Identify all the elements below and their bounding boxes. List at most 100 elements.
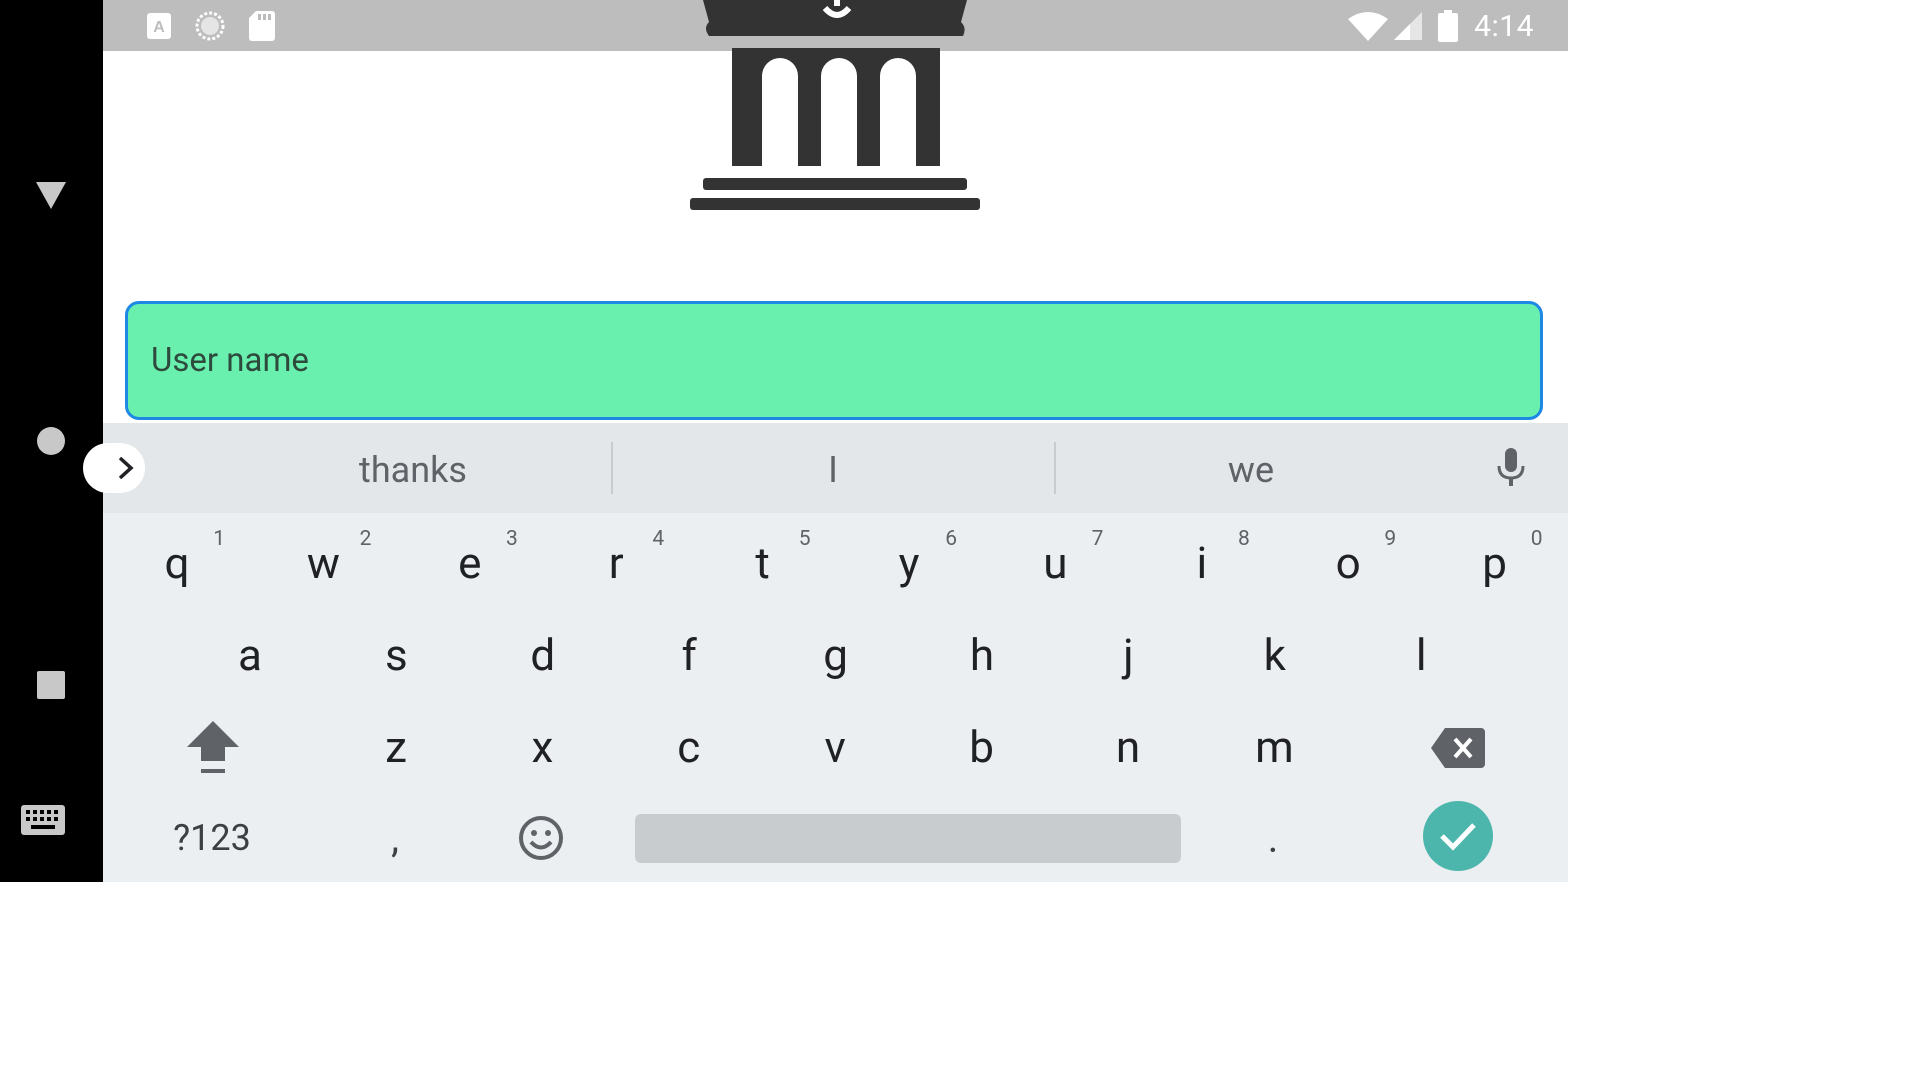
key-label: r xyxy=(608,537,624,589)
period-key[interactable]: . xyxy=(1233,808,1313,868)
microphone-icon[interactable] xyxy=(1488,445,1534,491)
soft-keyboard: thanks I we ?123 , . q 1 w 2 e 3 r 4 t 5… xyxy=(83,423,1568,882)
emoji-icon xyxy=(519,816,563,860)
chevron-right-icon xyxy=(118,456,134,480)
clock: 4:14 xyxy=(1474,9,1534,44)
key-number-hint: 9 xyxy=(1384,527,1397,551)
key-s[interactable]: s xyxy=(352,613,440,697)
key-f[interactable]: f xyxy=(645,613,733,697)
suggestion-3[interactable]: we xyxy=(1056,423,1446,513)
key-label: x xyxy=(531,721,554,773)
key-number-hint: 2 xyxy=(359,527,372,551)
key-label: l xyxy=(1415,629,1427,681)
suggestion-1[interactable]: thanks xyxy=(163,423,663,513)
key-a[interactable]: a xyxy=(206,613,294,697)
symbols-key[interactable]: ?123 xyxy=(153,808,271,868)
space-key[interactable] xyxy=(635,814,1181,863)
key-m[interactable]: m xyxy=(1230,705,1318,789)
key-o[interactable]: o9 xyxy=(1304,521,1397,605)
key-g[interactable]: g xyxy=(792,613,880,697)
svg-text:A: A xyxy=(153,19,165,36)
battery-icon xyxy=(1437,0,1459,51)
key-t[interactable]: t5 xyxy=(719,521,810,605)
key-label: w xyxy=(306,537,340,589)
key-b[interactable]: b xyxy=(938,705,1026,789)
backspace-icon xyxy=(1431,728,1485,768)
key-v[interactable]: v xyxy=(791,705,879,789)
checkmark-icon xyxy=(1440,823,1476,851)
key-n[interactable]: n xyxy=(1084,705,1172,789)
comma-key[interactable]: , xyxy=(355,808,435,868)
key-number-hint: 1 xyxy=(213,527,225,551)
key-label: z xyxy=(385,721,407,773)
suggestion-strip: thanks I we xyxy=(83,423,1568,513)
cell-signal-icon xyxy=(1393,0,1423,51)
key-h[interactable]: h xyxy=(938,613,1026,697)
username-input[interactable]: User name xyxy=(125,301,1543,420)
key-label: d xyxy=(530,629,556,681)
key-number-hint: 5 xyxy=(798,527,811,551)
back-icon[interactable] xyxy=(31,176,71,216)
key-e[interactable]: e3 xyxy=(426,521,518,605)
key-label: h xyxy=(969,629,995,681)
username-placeholder: User name xyxy=(151,341,309,380)
key-number-hint: 7 xyxy=(1091,527,1104,551)
key-u[interactable]: u7 xyxy=(1011,521,1103,605)
key-r[interactable]: r4 xyxy=(572,521,664,605)
key-number-hint: 4 xyxy=(652,527,665,551)
key-label: p xyxy=(1482,537,1507,589)
key-w[interactable]: w2 xyxy=(279,521,372,605)
key-label: q xyxy=(164,537,190,589)
key-label: y xyxy=(898,537,920,589)
key-l[interactable]: l xyxy=(1377,613,1465,697)
emoji-key[interactable] xyxy=(501,808,581,868)
period-label: . xyxy=(1267,814,1279,862)
key-y[interactable]: y6 xyxy=(865,521,957,605)
navigation-bar xyxy=(0,0,103,882)
key-label: c xyxy=(677,721,701,773)
shift-icon xyxy=(187,721,239,773)
backspace-key[interactable] xyxy=(1418,713,1498,783)
key-c[interactable]: c xyxy=(645,705,733,789)
key-j[interactable]: j xyxy=(1084,613,1172,697)
symbols-label: ?123 xyxy=(173,817,251,859)
text-notification-icon: A xyxy=(145,0,173,51)
key-label: n xyxy=(1115,721,1141,773)
key-label: f xyxy=(681,629,697,681)
key-number-hint: 6 xyxy=(945,527,957,551)
key-label: m xyxy=(1255,721,1294,773)
key-label: j xyxy=(1123,629,1134,681)
wifi-icon xyxy=(1347,0,1389,51)
key-z[interactable]: z xyxy=(352,705,440,789)
key-label: v xyxy=(824,721,846,773)
suggestion-2[interactable]: I xyxy=(613,423,1053,513)
enter-key[interactable] xyxy=(1423,801,1493,871)
key-number-hint: 3 xyxy=(505,527,518,551)
expand-toolbar-button[interactable] xyxy=(83,443,145,493)
key-number-hint: 0 xyxy=(1530,527,1543,551)
key-number-hint: 8 xyxy=(1237,527,1250,551)
key-label: u xyxy=(1043,537,1068,589)
key-label: o xyxy=(1335,537,1361,589)
recents-icon[interactable] xyxy=(31,665,71,705)
key-label: g xyxy=(823,629,848,681)
key-q[interactable]: q1 xyxy=(133,521,225,605)
key-k[interactable]: k xyxy=(1231,613,1319,697)
bank-icon xyxy=(687,0,983,215)
key-i[interactable]: i8 xyxy=(1158,521,1249,605)
key-label: i xyxy=(1196,537,1208,589)
key-label: t xyxy=(755,537,770,589)
key-d[interactable]: d xyxy=(499,613,587,697)
key-x[interactable]: x xyxy=(498,705,586,789)
sync-icon xyxy=(193,0,227,51)
sd-card-icon xyxy=(248,0,276,51)
key-label: e xyxy=(458,537,482,589)
key-label: k xyxy=(1263,629,1286,681)
shift-key[interactable] xyxy=(173,713,253,783)
key-label: s xyxy=(385,629,408,681)
home-icon[interactable] xyxy=(31,421,71,461)
keyboard-icon[interactable] xyxy=(18,800,68,840)
key-label: b xyxy=(969,721,994,773)
key-p[interactable]: p0 xyxy=(1451,521,1542,605)
comma-label: , xyxy=(391,814,399,862)
